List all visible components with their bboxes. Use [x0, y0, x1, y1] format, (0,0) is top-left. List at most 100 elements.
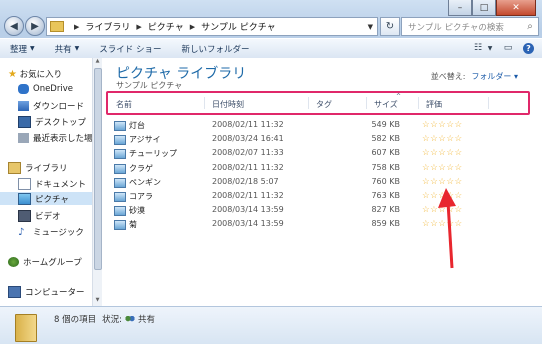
file-size: 549 KB — [371, 120, 400, 129]
homegroup-icon — [8, 257, 19, 267]
address-dropdown-icon[interactable]: ▼ — [368, 23, 373, 31]
nav-recent-label: 最近表示した場所 — [33, 134, 92, 144]
nav-downloads[interactable]: ダウンロード — [18, 100, 84, 112]
search-placeholder[interactable]: サンプル ピクチャの検索 — [402, 21, 522, 33]
video-icon — [18, 210, 31, 222]
rating-stars[interactable]: ☆☆☆☆☆ — [422, 134, 463, 144]
scroll-thumb[interactable] — [94, 68, 102, 270]
file-size: 859 KB — [371, 219, 400, 229]
file-date: 2008/03/14 13:59 — [212, 219, 284, 229]
share-button[interactable]: 共有 ▼ — [45, 43, 90, 55]
picture-icon — [18, 192, 31, 205]
file-size: 758 KB — [371, 162, 400, 172]
file-name[interactable]: 菊 — [129, 219, 137, 230]
rating-stars[interactable]: ☆☆☆☆☆ — [422, 177, 463, 187]
refresh-button[interactable]: ↻ — [380, 17, 400, 36]
nav-libraries[interactable]: ライブラリ — [8, 162, 68, 174]
nav-music[interactable]: ♪ ミュージック — [18, 226, 84, 238]
file-size: 763 KB — [371, 191, 400, 200]
breadcrumb-separator-icon[interactable]: ▶ — [74, 23, 79, 31]
column-headers: 名前 日付時刻 タグ サイズ ^ 評価 — [106, 91, 530, 115]
rating-stars[interactable]: ☆☆☆☆☆ — [422, 163, 463, 173]
file-name[interactable]: アジサイ — [129, 134, 161, 145]
breadcrumb-separator-icon[interactable]: ▶ — [190, 23, 195, 31]
nav-pictures[interactable]: ピクチャ — [0, 192, 92, 205]
column-tags[interactable]: タグ — [316, 99, 332, 110]
search-icon[interactable]: ⌕ — [522, 21, 538, 32]
preview-pane-icon[interactable]: ▭ — [501, 42, 515, 54]
column-divider[interactable] — [488, 97, 489, 109]
image-file-icon — [114, 149, 126, 160]
nav-music-label: ミュージック — [33, 228, 84, 238]
column-divider[interactable] — [204, 97, 205, 109]
share-icon — [125, 314, 135, 324]
file-name[interactable]: 灯台 — [129, 120, 145, 131]
file-date: 2008/03/14 13:59 — [212, 205, 284, 215]
sort-ascending-icon: ^ — [396, 93, 402, 100]
nav-onedrive[interactable]: OneDrive — [18, 84, 73, 94]
column-divider[interactable] — [308, 97, 309, 109]
breadcrumb-libraries[interactable]: ライブラリ — [85, 20, 130, 33]
forward-button[interactable]: ▶ — [25, 16, 45, 36]
organize-button[interactable]: 整理 ▼ — [0, 43, 45, 55]
nav-onedrive-label: OneDrive — [33, 84, 73, 94]
search-box[interactable]: サンプル ピクチャの検索 ⌕ — [401, 17, 539, 36]
file-name[interactable]: コアラ — [129, 191, 153, 202]
new-folder-button[interactable]: 新しいフォルダー — [171, 43, 259, 55]
nav-documents[interactable]: ドキュメント — [18, 178, 86, 190]
file-row[interactable]: アジサイ 2008/03/24 16:41 582 KB ☆☆☆☆☆ — [114, 134, 494, 146]
file-row[interactable]: クラゲ 2008/02/11 11:32 758 KB ☆☆☆☆☆ — [114, 163, 494, 174]
view-options-icon[interactable]: ☷ — [471, 42, 485, 54]
address-bar[interactable]: ▶ ライブラリ ▶ ピクチャ ▶ サンプル ピクチャ ▼ — [46, 17, 378, 36]
nav-scrollbar[interactable]: ▲ ▼ — [92, 58, 102, 306]
folder-icon — [15, 314, 37, 342]
file-size: 760 KB — [371, 176, 400, 186]
file-row[interactable]: 灯台 2008/02/11 11:32 549 KB ☆☆☆☆☆ — [114, 120, 494, 131]
nav-desktop[interactable]: デスクトップ — [18, 116, 86, 128]
file-name[interactable]: 砂漠 — [129, 205, 145, 216]
file-name[interactable]: ペンギン — [129, 177, 161, 188]
rating-stars[interactable]: ☆☆☆☆☆ — [422, 148, 463, 158]
rating-stars[interactable]: ☆☆☆☆☆ — [422, 120, 463, 130]
slideshow-button[interactable]: スライド ショー — [89, 43, 171, 55]
nav-homegroup-label: ホームグループ — [23, 258, 82, 268]
scroll-up-icon[interactable]: ▲ — [93, 58, 102, 67]
column-size[interactable]: サイズ — [374, 99, 398, 110]
image-file-icon — [114, 220, 126, 231]
nav-libraries-label: ライブラリ — [25, 164, 68, 174]
image-file-icon — [114, 177, 126, 188]
help-icon[interactable]: ? — [523, 42, 534, 54]
column-name[interactable]: 名前 — [116, 99, 132, 110]
toolbar-right: ☷ ▼ ▭ ? — [463, 42, 534, 54]
nav-favorites-label: お気に入り — [19, 70, 63, 80]
library-subtitle: サンプル ピクチャ — [116, 81, 183, 90]
file-name[interactable]: クラゲ — [129, 163, 153, 174]
nav-downloads-label: ダウンロード — [33, 102, 85, 112]
file-date: 2008/02/11 11:32 — [212, 162, 284, 172]
breadcrumb-separator-icon[interactable]: ▶ — [136, 23, 141, 31]
column-date[interactable]: 日付時刻 — [212, 99, 244, 110]
image-file-icon — [114, 135, 126, 146]
column-divider[interactable] — [366, 97, 367, 109]
file-name[interactable]: チューリップ — [129, 148, 177, 159]
breadcrumb-pictures[interactable]: ピクチャ — [148, 20, 184, 33]
column-rating[interactable]: 評価 — [426, 99, 442, 110]
share-label: 共有 — [54, 44, 72, 55]
details-text: 8 個の項目 状況: 共有 — [54, 313, 155, 325]
nav-videos[interactable]: ビデオ — [18, 210, 61, 222]
nav-recent[interactable]: 最近表示した場所 — [18, 132, 92, 144]
nav-computer[interactable]: コンピューター — [8, 286, 85, 298]
nav-favorites[interactable]: ★ お気に入り — [8, 68, 63, 81]
file-row[interactable]: ペンギン 2008/02/18 5:07 760 KB ☆☆☆☆☆ — [114, 177, 494, 188]
column-divider[interactable] — [418, 97, 419, 109]
back-button[interactable]: ◀ — [4, 16, 24, 36]
breadcrumb-sample-pictures[interactable]: サンプル ピクチャ — [201, 20, 276, 33]
arrange-label: 並べ替え: — [430, 72, 466, 81]
file-date: 2008/03/24 16:41 — [212, 134, 284, 144]
file-date: 2008/02/11 11:32 — [212, 120, 284, 129]
nav-homegroup[interactable]: ホームグループ — [8, 256, 82, 268]
file-row[interactable]: チューリップ 2008/02/07 11:33 607 KB ☆☆☆☆☆ — [114, 148, 494, 160]
scroll-down-icon[interactable]: ▼ — [93, 297, 102, 306]
view-dropdown-icon[interactable]: ▼ — [487, 42, 493, 54]
arrange-dropdown[interactable]: フォルダー ▾ — [471, 72, 518, 81]
